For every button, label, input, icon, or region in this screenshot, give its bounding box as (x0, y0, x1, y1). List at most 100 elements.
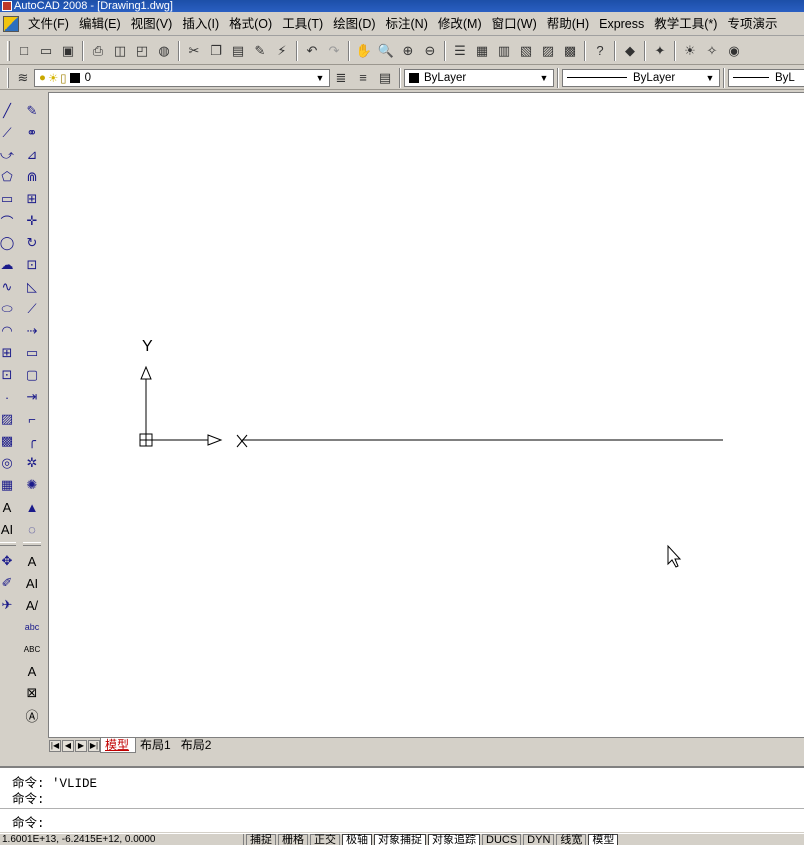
move-icon[interactable]: ✛ (21, 210, 43, 232)
zoom-realtime-icon[interactable]: 🔍 (375, 40, 397, 62)
menu-window[interactable]: 窗口(W) (487, 13, 542, 35)
chamfer-icon[interactable]: ⌐ (21, 408, 43, 430)
walk-icon[interactable]: ✐ (0, 572, 18, 594)
point-icon[interactable]: · (0, 386, 18, 408)
menu-teaching-tools[interactable]: 教学工具(*) (649, 13, 722, 35)
line-icon[interactable]: ╱ (0, 100, 18, 122)
command-prompt[interactable]: 命令: (12, 812, 45, 831)
new-icon[interactable]: □ (13, 40, 35, 62)
menu-draw[interactable]: 绘图(D) (328, 13, 380, 35)
xline-icon[interactable]: ⟋ (0, 122, 18, 144)
layer-freeze-icon[interactable]: ☀ (48, 71, 58, 85)
menu-edit[interactable]: 编辑(E) (74, 13, 126, 35)
explode-icon[interactable]: ✲ (21, 452, 43, 474)
snap-toggle[interactable]: 捕捉 (246, 834, 276, 845)
menu-express[interactable]: Express (594, 13, 649, 35)
text-style-icon[interactable]: A (21, 660, 43, 682)
chevron-down-icon[interactable]: ▼ (703, 71, 717, 85)
circle-icon[interactable]: ◯ (0, 232, 18, 254)
model-space-toggle[interactable]: 模型 (588, 834, 619, 845)
osnap-toggle[interactable]: 对象捕捉 (374, 834, 426, 845)
quickcalc-icon[interactable]: ▩ (559, 40, 581, 62)
design-center-icon[interactable]: ▦ (471, 40, 493, 62)
offset-icon[interactable]: ⋒ (21, 166, 43, 188)
camera-icon[interactable]: ◉ (723, 40, 745, 62)
command-window[interactable]: 命令: 'VLIDE 命令: 命令: (0, 766, 804, 832)
rotate-icon[interactable]: ↻ (21, 232, 43, 254)
menu-insert[interactable]: 插入(I) (177, 13, 224, 35)
break-at-point-icon[interactable]: ▭ (21, 342, 43, 364)
tab-layout1[interactable]: 布局1 (136, 738, 177, 753)
hatch-icon[interactable]: ▨ (0, 408, 18, 430)
chevron-down-icon[interactable]: ▼ (313, 71, 327, 85)
lineweight-dropdown[interactable]: ByL (728, 68, 804, 87)
render-small-icon[interactable]: ◌ (21, 518, 43, 540)
toolbar-grip[interactable] (23, 542, 41, 546)
fly-icon[interactable]: ✈ (0, 594, 18, 616)
menu-view[interactable]: 视图(V) (126, 13, 178, 35)
tab-layout2[interactable]: 布局2 (177, 738, 218, 753)
undo-icon[interactable]: ↶ (301, 40, 323, 62)
ellipse-icon[interactable]: ⬭ (0, 298, 18, 320)
menu-help[interactable]: 帮助(H) (542, 13, 594, 35)
color-dropdown[interactable]: ByLayer ▼ (404, 68, 554, 87)
layer-manager-icon[interactable]: ≋ (12, 67, 34, 89)
zoom-previous-icon[interactable]: ⊖ (419, 40, 441, 62)
array-icon[interactable]: ⊞ (21, 188, 43, 210)
tool-palettes-icon[interactable]: ▥ (493, 40, 515, 62)
region-icon[interactable]: ◎ (0, 452, 18, 474)
autocad-app-icon[interactable] (2, 1, 12, 11)
join-icon[interactable]: ⇥ (21, 386, 43, 408)
mtext-icon[interactable]: A (0, 496, 18, 518)
revcloud-icon[interactable]: ☁ (0, 254, 18, 276)
layer-states-icon[interactable]: ▤ (374, 67, 396, 89)
3d-orbit-icon[interactable]: ◆ (619, 40, 641, 62)
match-properties-icon[interactable]: ✎ (249, 40, 271, 62)
erase-icon[interactable]: ✎ (21, 100, 43, 122)
layer-previous-icon[interactable]: ≡ (352, 67, 374, 89)
table-icon[interactable]: ▦ (0, 474, 18, 496)
pan-icon[interactable]: ✋ (353, 40, 375, 62)
fillet-icon[interactable]: ╭ (21, 430, 43, 452)
menu-demos[interactable]: 专项演示 (722, 13, 782, 35)
light-icon[interactable]: ✧ (701, 40, 723, 62)
arc-icon[interactable]: ⌒ (0, 210, 18, 232)
text-icon[interactable]: AI (0, 518, 18, 540)
save-icon[interactable]: ▣ (57, 40, 79, 62)
toolbar-grip[interactable] (7, 40, 10, 61)
gradient-icon[interactable]: ▩ (0, 430, 18, 452)
modify-extra-icon[interactable]: ✺ (21, 474, 43, 496)
menu-format[interactable]: 格式(O) (224, 13, 277, 35)
next-tab-icon[interactable]: ▶ (75, 739, 87, 752)
menu-modify[interactable]: 修改(M) (433, 13, 487, 35)
polar-toggle[interactable]: 极轴 (342, 834, 372, 845)
copy-icon[interactable]: ❐ (205, 40, 227, 62)
ortho-toggle[interactable]: 正交 (310, 834, 340, 845)
menu-file[interactable]: 文件(F) (23, 13, 74, 35)
scale-text-icon[interactable]: ⊠ (21, 682, 43, 704)
render-icon[interactable]: ✦ (649, 40, 671, 62)
preview-icon[interactable]: ◫ (109, 40, 131, 62)
publish-icon[interactable]: ◰ (131, 40, 153, 62)
layer-dropdown[interactable]: ● ☀ ▯ 0 ▼ (34, 68, 330, 87)
make-block-icon[interactable]: ⊡ (0, 364, 18, 386)
print-icon[interactable]: ⎙ (87, 40, 109, 62)
polyline-icon[interactable]: ⤻ (0, 144, 18, 166)
justify-text-icon[interactable]: Ⓐ (21, 704, 43, 726)
cut-icon[interactable]: ✂ (183, 40, 205, 62)
find-icon[interactable]: abc (21, 616, 43, 638)
rectangle-icon[interactable]: ▭ (0, 188, 18, 210)
paste-icon[interactable]: ▤ (227, 40, 249, 62)
mtext-edit-icon[interactable]: AI (21, 572, 43, 594)
last-tab-icon[interactable]: ▶| (88, 739, 100, 752)
dyn-toggle[interactable]: DYN (523, 834, 555, 845)
ellipse-arc-icon[interactable]: ◠ (0, 320, 18, 342)
properties-icon[interactable]: ☰ (449, 40, 471, 62)
3d-dwf-icon[interactable]: ◍ (153, 40, 175, 62)
layer-lock-icon[interactable]: ▯ (60, 71, 66, 85)
document-icon[interactable] (3, 15, 19, 32)
redo-icon[interactable]: ↷ (323, 40, 345, 62)
edit-text-icon[interactable]: A/ (21, 594, 43, 616)
trim-icon[interactable]: ⟋ (21, 298, 43, 320)
break-icon[interactable]: ▢ (21, 364, 43, 386)
